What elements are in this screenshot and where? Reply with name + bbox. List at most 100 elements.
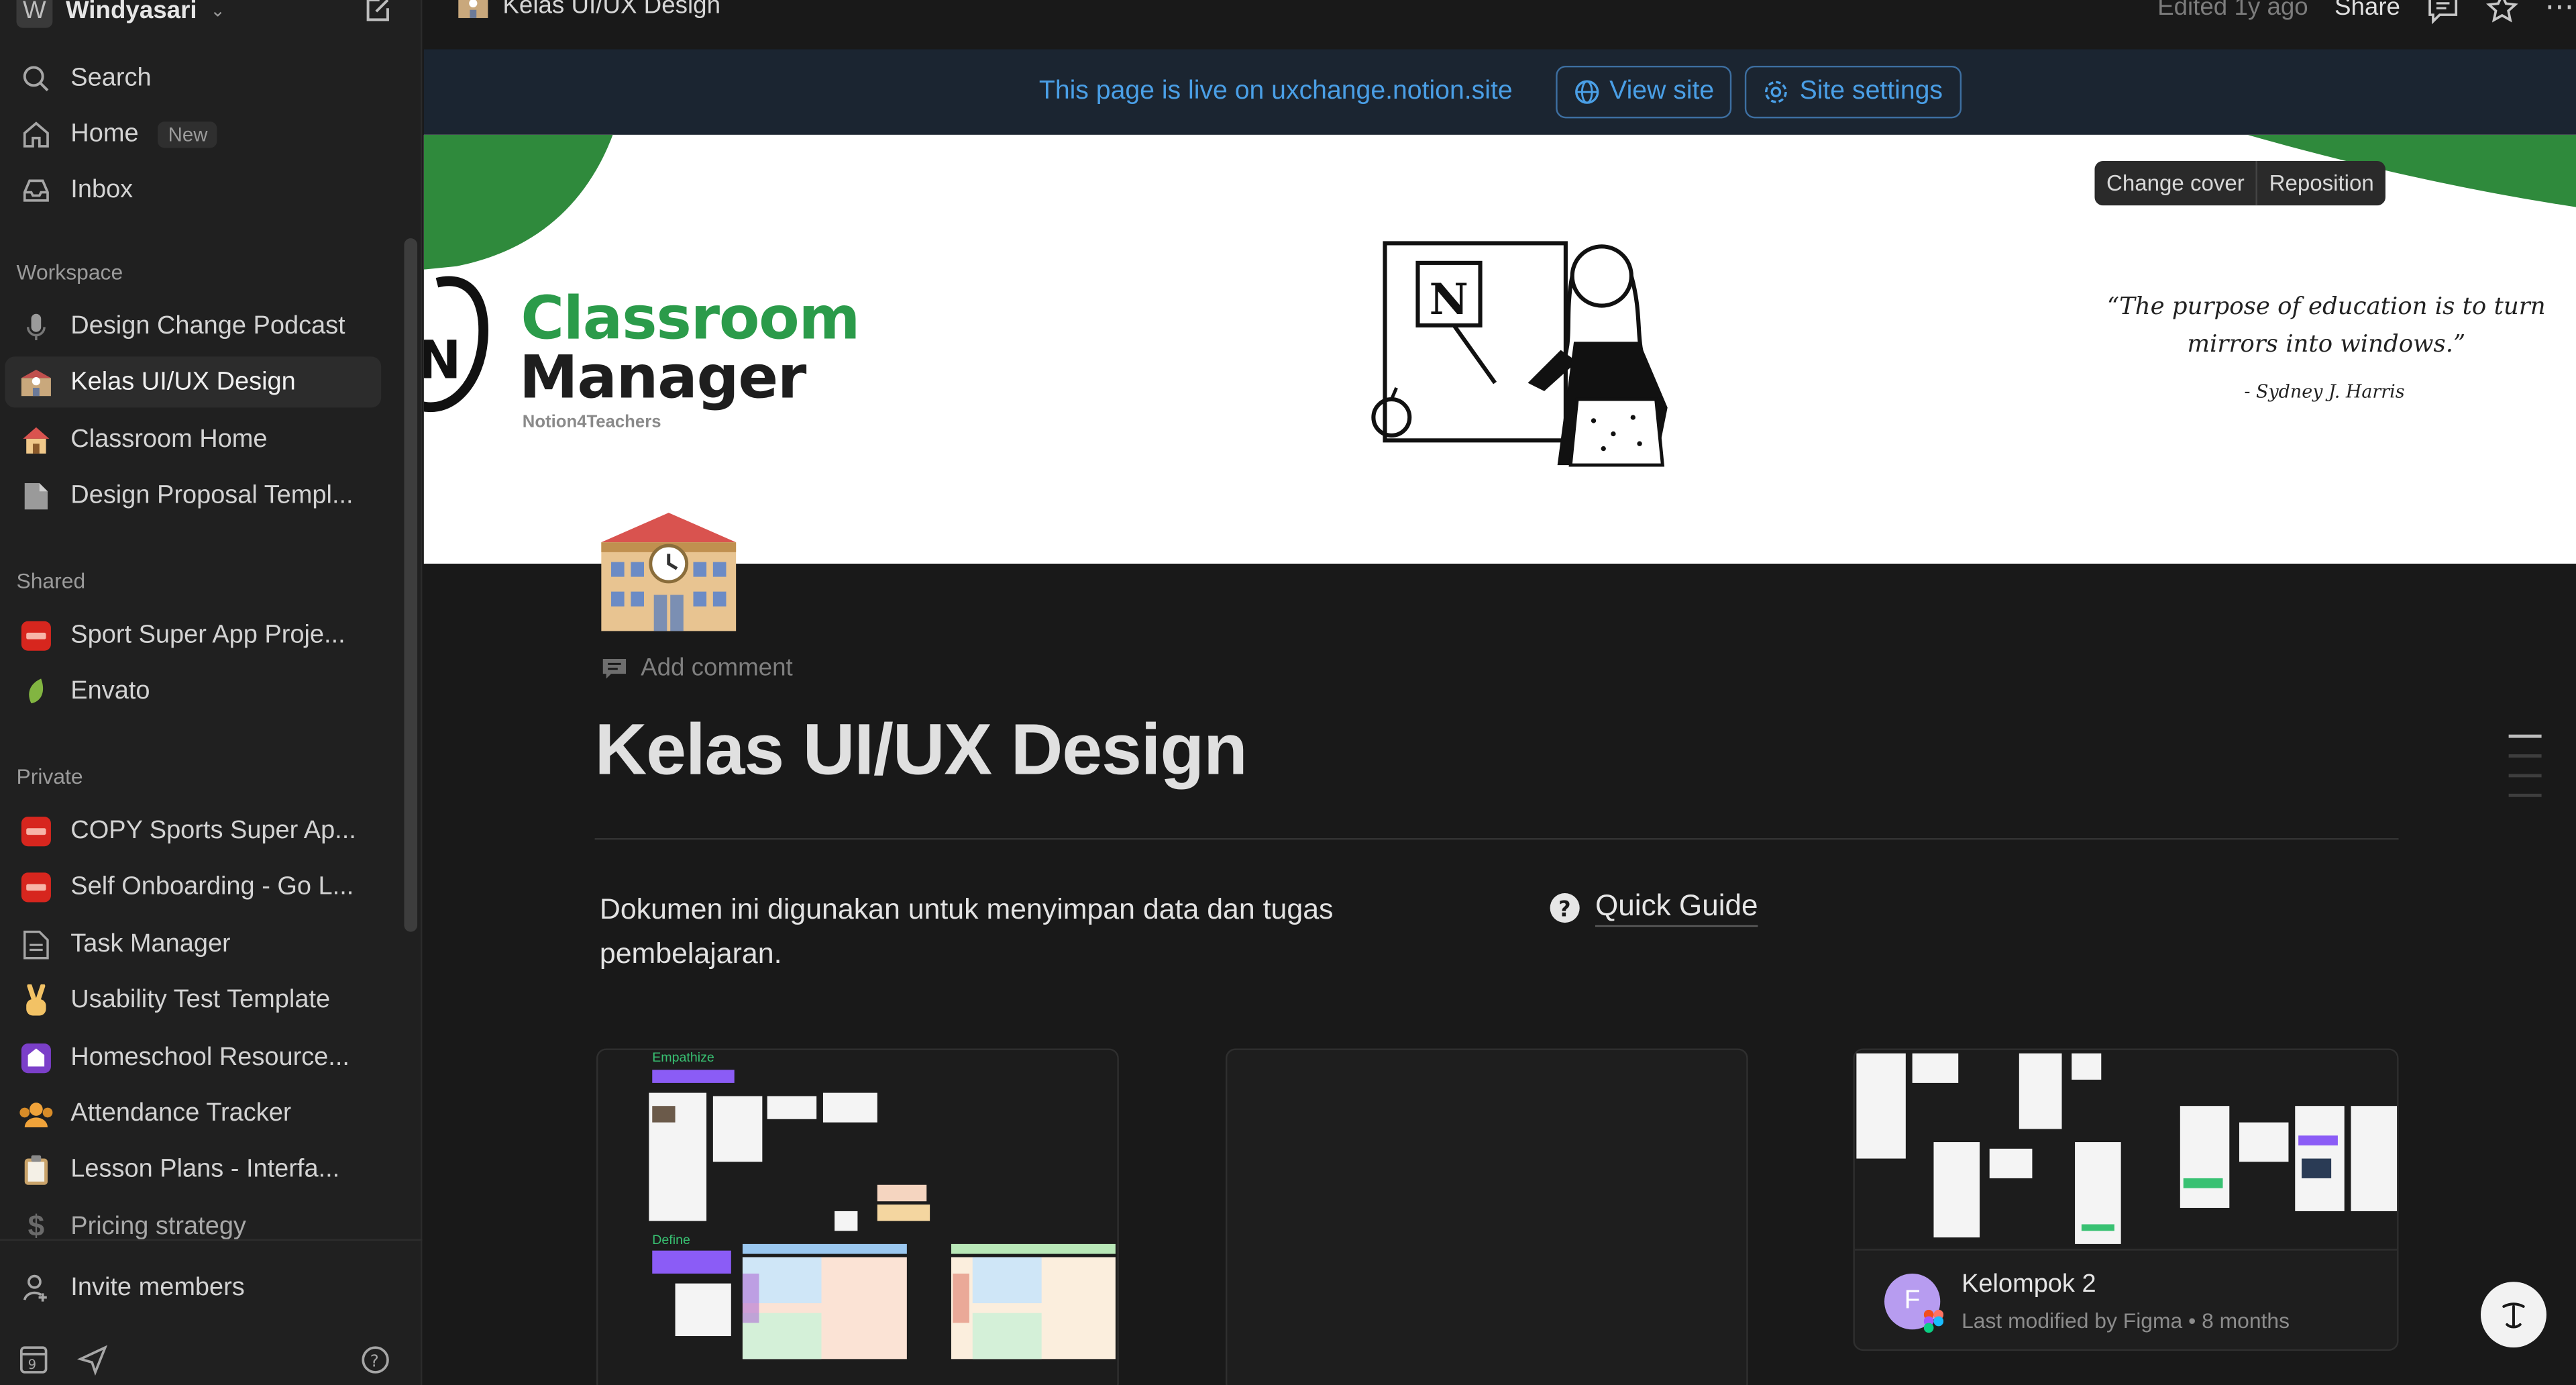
document-icon	[18, 926, 54, 962]
cover-title-line2: Manager	[519, 345, 807, 413]
figma-file-thumbnail	[1854, 1049, 2398, 1247]
section-label-private[interactable]: Private	[16, 764, 83, 789]
app-icon	[18, 813, 54, 849]
sidebar-item-search[interactable]: Search	[5, 52, 381, 103]
share-button[interactable]: Share	[2334, 0, 2400, 21]
help-icon[interactable]: ?	[360, 1344, 391, 1376]
people-icon	[18, 1095, 54, 1131]
sidebar-item-lesson-plans[interactable]: Lesson Plans - Interfa...	[5, 1144, 381, 1195]
sidebar-item-attendance-tracker[interactable]: Attendance Tracker	[5, 1088, 381, 1139]
sidebar-item-task-manager[interactable]: Task Manager	[5, 919, 381, 970]
globe-icon	[1574, 80, 1599, 104]
cover-controls: Change cover Reposition	[2094, 161, 2385, 206]
sidebar-item-copy-sports-super-app[interactable]: COPY Sports Super Ap...	[5, 805, 381, 856]
sidebar-item-label: Lesson Plans - Interfa...	[70, 1154, 340, 1183]
sidebar-item-label: Usability Test Template	[70, 985, 331, 1013]
empty-embed-card[interactable]	[1225, 1048, 1748, 1385]
sidebar-item-kelas-ui-ux-design[interactable]: Kelas UI/UX Design	[5, 356, 382, 408]
sidebar-item-self-onboarding[interactable]: Self Onboarding - Go L...	[5, 861, 381, 912]
reposition-button[interactable]: Reposition	[2255, 161, 2385, 206]
view-site-label: View site	[1609, 77, 1715, 105]
cover-quote: “The purpose of education is to turn mir…	[2106, 294, 2546, 358]
home-icon	[18, 116, 54, 152]
sidebar-item-sport-super-app[interactable]: Sport Super App Proje...	[5, 610, 381, 661]
more-options-icon[interactable]: ⋯	[2545, 0, 2576, 25]
site-settings-button[interactable]: Site settings	[1745, 65, 1961, 119]
notion-ai-button[interactable]	[2480, 1282, 2546, 1348]
sidebar-item-label: Attendance Tracker	[70, 1098, 292, 1127]
svg-text:9: 9	[28, 1357, 36, 1372]
top-bar-actions: Edited 1y ago Share ⋯	[2157, 0, 2576, 25]
add-comment-button[interactable]: Add comment	[601, 654, 793, 682]
sidebar-item-label: Inbox	[70, 174, 133, 203]
quick-guide-label: Quick Guide	[1595, 889, 1758, 927]
view-site-button[interactable]: View site	[1555, 65, 1733, 119]
sidebar-item-design-proposal-template[interactable]: Design Proposal Templ...	[5, 470, 381, 521]
chevron-down-icon: ⌄	[210, 1, 225, 21]
sidebar-divider	[0, 1239, 423, 1241]
sidebar-item-label: Design Change Podcast	[70, 311, 345, 340]
thumb-label-empathize: Empathize	[652, 1050, 714, 1065]
sidebar-item-usability-test-template[interactable]: Usability Test Template	[5, 974, 381, 1025]
sidebar-item-pricing-strategy[interactable]: $ Pricing strategy	[5, 1201, 381, 1252]
inbox-icon	[18, 172, 54, 208]
sidebar-scrollbar[interactable]	[404, 238, 418, 932]
sidebar-item-label: Classroom Home	[70, 425, 268, 453]
thumb-label-define: Define	[652, 1233, 690, 1247]
new-page-icon[interactable]	[362, 0, 394, 26]
banner-text[interactable]: This page is live on uxchange.notion.sit…	[1039, 77, 1513, 107]
cover-quote-author: - Sydney J. Harris	[2244, 381, 2405, 403]
site-settings-label: Site settings	[1799, 77, 1943, 105]
invite-members-button[interactable]: Invite members	[5, 1262, 381, 1313]
section-label-workspace[interactable]: Workspace	[16, 260, 123, 285]
app-icon	[18, 868, 54, 905]
edited-timestamp: Edited 1y ago	[2157, 0, 2308, 21]
sidebar-item-label: Home	[70, 119, 139, 148]
page-title[interactable]: Kelas UI/UX Design	[595, 710, 1248, 792]
sidebar-item-label: Self Onboarding - Go L...	[70, 872, 354, 900]
school-icon[interactable]	[595, 509, 743, 634]
cover-subtitle: Notion4Teachers	[522, 412, 661, 433]
svg-text:?: ?	[370, 1351, 379, 1370]
page-icon	[18, 477, 54, 513]
question-icon: ?	[1550, 893, 1580, 923]
app-icon	[18, 617, 54, 654]
top-bar: Kelas UI/UX Design Edited 1y ago Share ⋯	[423, 0, 2576, 50]
breadcrumb[interactable]: Kelas UI/UX Design	[457, 0, 720, 19]
kelompok-2-card[interactable]: F Kelompok 2 Last modified by Figma • 8 …	[1853, 1048, 2399, 1351]
quick-guide-link[interactable]: ? Quick Guide	[1549, 889, 1758, 927]
workspace-avatar: W	[16, 0, 53, 28]
star-icon[interactable]	[2485, 0, 2518, 24]
comments-icon[interactable]	[2426, 0, 2459, 24]
search-icon	[18, 60, 54, 96]
gear-icon	[1765, 81, 1788, 103]
figma-embed-card[interactable]: Empathize Define	[596, 1048, 1119, 1385]
sidebar: W Windyasari ⌄ Search Home New Inbox Wor…	[0, 0, 423, 1385]
table-of-contents[interactable]	[2508, 734, 2542, 814]
sidebar-item-classroom-home[interactable]: Classroom Home	[5, 414, 381, 465]
change-cover-button[interactable]: Change cover	[2095, 161, 2256, 205]
ai-face-icon	[2502, 1302, 2525, 1329]
comment-icon	[602, 658, 627, 678]
page-description[interactable]: Dokumen ini digunakan untuk menyimpan da…	[600, 887, 1421, 976]
workspace-switcher[interactable]: W Windyasari ⌄	[16, 0, 411, 33]
sidebar-item-inbox[interactable]: Inbox	[5, 164, 381, 215]
house-icon	[18, 421, 54, 458]
send-icon[interactable]	[77, 1344, 109, 1376]
site-live-banner: This page is live on uxchange.notion.sit…	[423, 49, 2576, 135]
card-footer: F Kelompok 2 Last modified by Figma • 8 …	[1854, 1249, 2398, 1349]
design-board-thumbnail: Empathize Define	[598, 1049, 1118, 1385]
section-label-shared[interactable]: Shared	[16, 568, 85, 593]
sidebar-item-label: Task Manager	[70, 929, 231, 958]
school-icon	[18, 364, 54, 400]
sidebar-item-homeschool-resources[interactable]: Homeschool Resource...	[5, 1032, 381, 1083]
sidebar-item-home[interactable]: Home New	[5, 109, 381, 160]
calendar-icon[interactable]: 9	[18, 1344, 50, 1376]
sidebar-item-label: Search	[70, 63, 152, 91]
page-cover: N Classroom Manager Notion4Teachers N “T…	[423, 134, 2576, 564]
svg-text:N: N	[1430, 274, 1468, 325]
sidebar-item-design-change-podcast[interactable]: Design Change Podcast	[5, 301, 381, 352]
microphone-icon	[18, 308, 54, 344]
sidebar-item-envato[interactable]: Envato	[5, 666, 381, 717]
svg-text:N: N	[424, 329, 462, 391]
